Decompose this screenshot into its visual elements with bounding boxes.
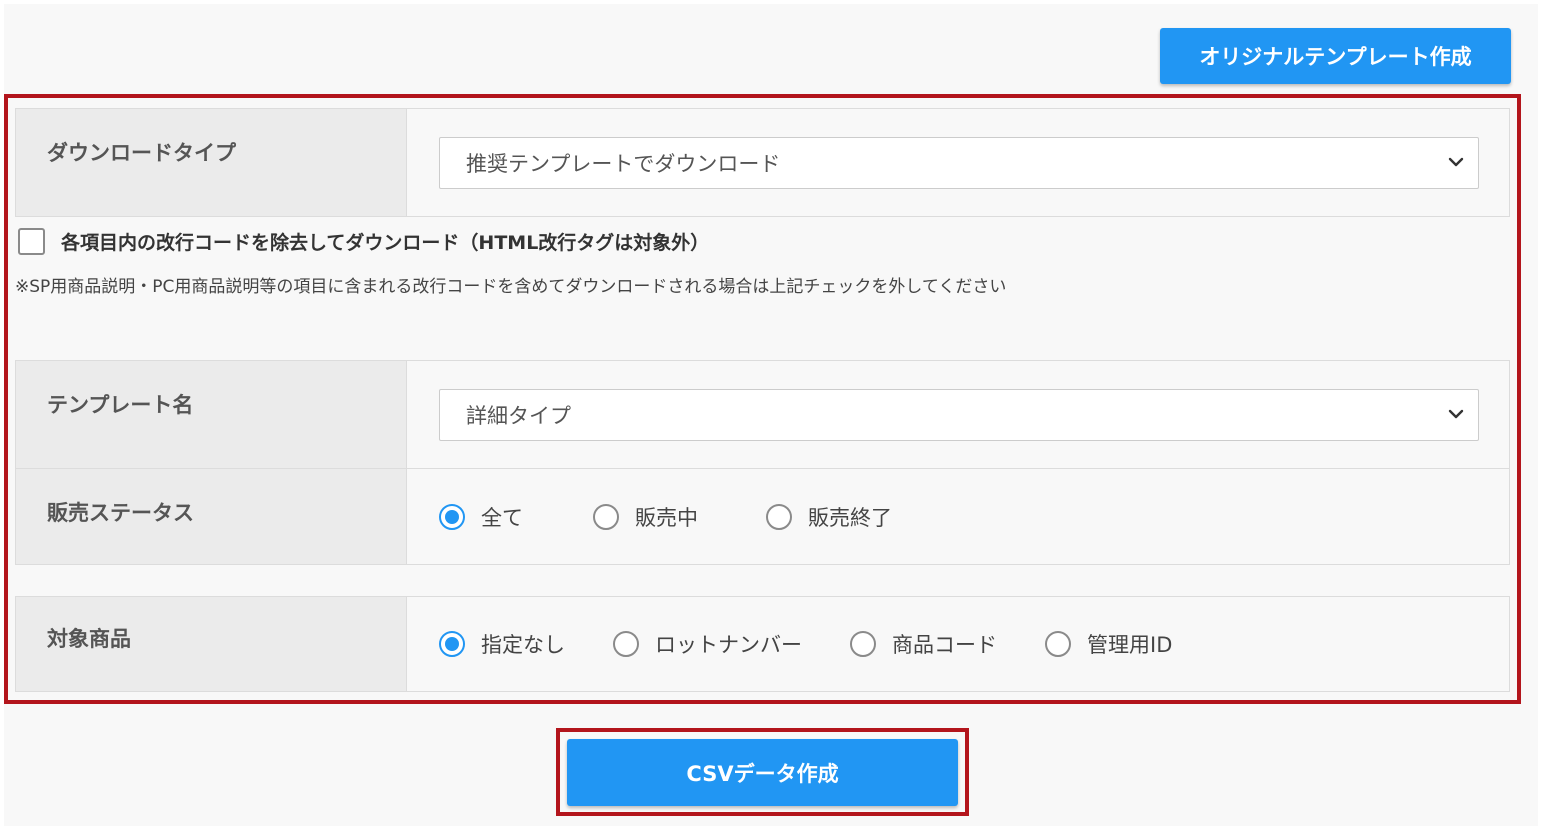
original-template-button[interactable]: オリジナルテンプレート作成: [1160, 28, 1511, 84]
csv-create-button[interactable]: CSVデータ作成: [567, 739, 958, 806]
form-highlight-frame: [4, 94, 1521, 704]
